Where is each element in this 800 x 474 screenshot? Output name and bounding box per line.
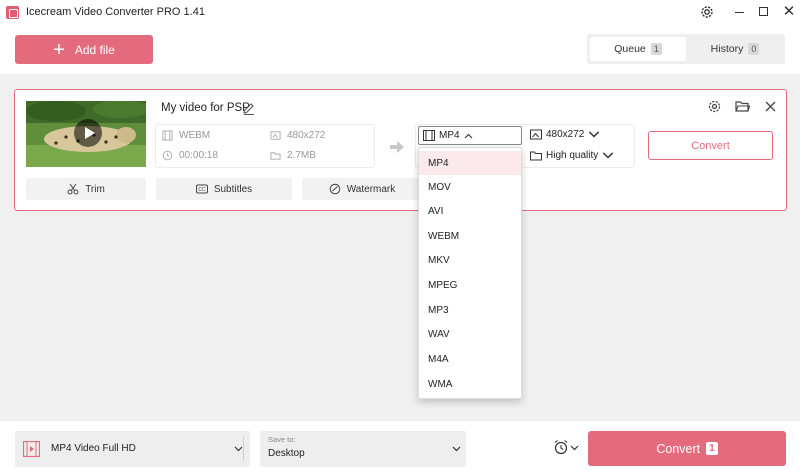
play-icon[interactable] [74, 119, 102, 147]
folder-icon [270, 152, 281, 160]
watermark-icon [329, 183, 341, 195]
tab-history-label: History [710, 43, 744, 55]
arrow-right-icon [390, 141, 404, 153]
save-to-value: Desktop [268, 448, 305, 459]
window-title: Icecream Video Converter PRO 1.41 [26, 6, 205, 18]
format-option-wav[interactable]: WAV [419, 322, 521, 346]
scissors-icon [67, 183, 79, 195]
watermark-button[interactable]: Watermark [302, 178, 422, 200]
subtitles-label: Subtitles [213, 183, 253, 195]
resolution-icon [530, 129, 542, 140]
add-file-button[interactable]: + Add file [15, 35, 153, 64]
format-option-mov[interactable]: MOV [419, 175, 521, 199]
queue-count-badge: 1 [650, 43, 662, 55]
convert-all-label: Convert [656, 441, 701, 456]
tab-queue[interactable]: Queue 1 [590, 37, 686, 61]
view-tabs: Queue 1 History 0 [587, 34, 785, 64]
add-file-label: Add file [74, 42, 115, 57]
video-file-name: My video for PSP [161, 102, 250, 114]
output-format-select[interactable]: MP4 [418, 126, 522, 145]
output-resolution-select[interactable]: 480x272 [530, 129, 600, 140]
format-dropdown-menu: MP4 MOV AVI WEBM MKV MPEG MP3 WAV M4A WM… [418, 147, 522, 399]
edit-name-pencil-icon[interactable] [242, 102, 256, 116]
format-option-wma[interactable]: WMA [419, 372, 521, 396]
film-icon [162, 130, 173, 141]
video-thumbnail[interactable] [26, 101, 146, 167]
format-option-mp3[interactable]: MP3 [419, 298, 521, 322]
settings-gear-icon[interactable] [699, 4, 715, 20]
chevron-down-icon [603, 152, 614, 159]
trim-button[interactable]: Trim [26, 178, 146, 200]
title-bar: Icecream Video Converter PRO 1.41 ✕ [0, 0, 800, 26]
format-option-mpeg[interactable]: MPEG [419, 273, 521, 297]
chevron-down-icon [234, 446, 243, 452]
item-convert-button[interactable]: Convert [648, 131, 773, 160]
preset-divider [243, 437, 244, 461]
remove-item-close-icon[interactable] [763, 99, 778, 114]
folder-icon [530, 151, 542, 161]
svg-text:CC: CC [198, 187, 206, 193]
output-quality-select[interactable]: High quality [530, 150, 614, 161]
save-to-select[interactable]: Save to: Desktop [260, 431, 466, 467]
source-duration-label: 00:00:18 [179, 150, 218, 161]
tab-queue-label: Queue [614, 43, 646, 55]
watermark-label: Watermark [346, 183, 396, 195]
resolution-icon [270, 131, 281, 140]
toolbar: + Add file Queue 1 History 0 [0, 26, 800, 74]
history-count-badge: 0 [748, 43, 760, 55]
output-quality-value: High quality [546, 150, 599, 161]
source-size-label: 2.7MB [287, 150, 316, 161]
open-folder-icon[interactable] [735, 99, 750, 114]
convert-count-badge: 1 [706, 442, 718, 455]
close-window-button[interactable]: ✕ [781, 3, 797, 21]
preset-select[interactable]: MP4 Video Full HD [15, 431, 250, 467]
source-resolution: 480x272 [270, 130, 325, 141]
minimize-button[interactable] [735, 12, 744, 13]
video-preset-icon [23, 441, 40, 457]
preset-value: MP4 Video Full HD [51, 443, 136, 454]
convert-all-button[interactable]: Convert 1 [588, 431, 786, 466]
save-to-caption: Save to: [268, 435, 296, 444]
alarm-clock-icon[interactable] [553, 439, 569, 455]
source-format-label: WEBM [179, 130, 211, 141]
output-format-value: MP4 [439, 130, 460, 141]
subtitles-button[interactable]: CC Subtitles [156, 178, 292, 200]
format-option-webm[interactable]: WEBM [419, 224, 521, 248]
tab-history[interactable]: History 0 [688, 37, 782, 61]
output-resolution-value: 480x272 [546, 129, 585, 140]
item-settings-gear-icon[interactable] [707, 99, 722, 114]
app-logo-icon [6, 6, 19, 19]
source-format: WEBM [162, 130, 210, 141]
format-option-mp4[interactable]: MP4 [419, 151, 521, 175]
format-option-m4a[interactable]: M4A [419, 347, 521, 371]
chevron-up-icon [464, 133, 472, 138]
source-resolution-label: 480x272 [287, 130, 326, 141]
clock-icon [162, 150, 173, 161]
maximize-button[interactable] [759, 7, 768, 16]
bottom-bar: MP4 Video Full HD Save to: Desktop Conve… [0, 421, 800, 474]
format-option-avi[interactable]: AVI [419, 199, 521, 223]
chevron-down-icon [589, 131, 600, 138]
subtitles-cc-icon: CC [195, 184, 208, 194]
trim-label: Trim [85, 183, 105, 195]
chevron-down-icon[interactable] [570, 445, 579, 451]
chevron-down-icon [452, 446, 461, 452]
plus-icon: + [53, 38, 65, 61]
format-option-mkv[interactable]: MKV [419, 248, 521, 272]
video-item-card: My video for PSP WEBM 480x272 00:00:18 2… [14, 89, 787, 211]
source-size: 2.7MB [270, 150, 316, 161]
source-duration: 00:00:18 [162, 150, 218, 161]
film-icon [423, 130, 435, 141]
